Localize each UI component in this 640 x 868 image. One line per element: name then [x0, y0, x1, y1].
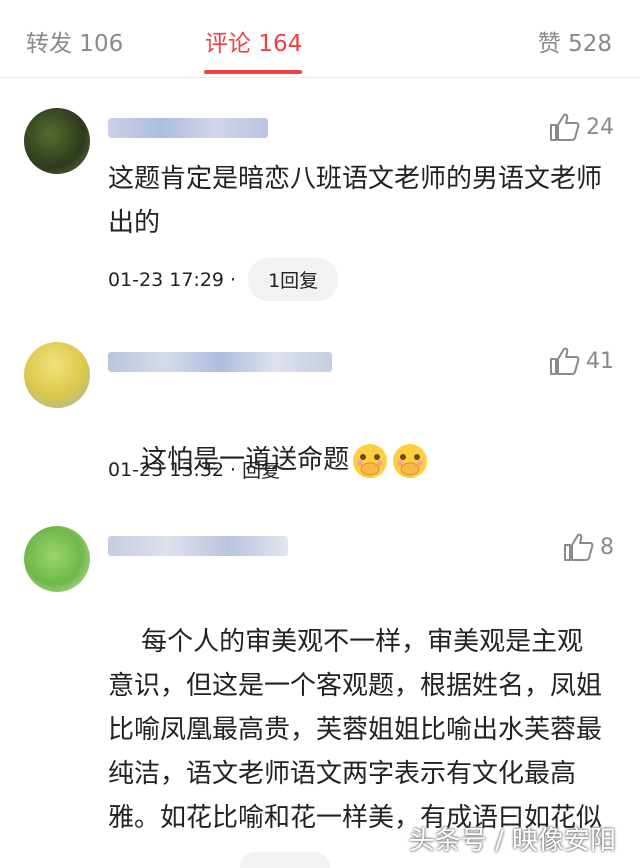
avatar[interactable]	[24, 342, 90, 408]
avatar[interactable]	[24, 526, 90, 592]
like-count: 24	[586, 114, 614, 140]
thumbs-up-icon	[550, 113, 580, 141]
tab-comments[interactable]: 评论 164	[205, 24, 302, 58]
comment-tabs: 转发 106 评论 164 赞 528	[0, 0, 640, 78]
covering-mouth-face-icon	[353, 443, 388, 478]
covering-mouth-face-icon	[393, 443, 428, 478]
comment-time: 01-23 17:29 ·	[108, 268, 237, 291]
watermark: 头条号 / 映像安阳	[408, 826, 616, 856]
like-button[interactable]: 41	[548, 346, 614, 376]
comment-text-content: 每个人的审美观不一样，审美观是主观意识，但这是一个客观题，根据姓名，凤姐比喻凤凰…	[108, 627, 603, 833]
comment-text: 每个人的审美观不一样，审美观是主观意识，但这是一个客观题，根据姓名，凤姐比喻凤凰…	[108, 576, 608, 840]
like-button[interactable]: 24	[548, 112, 614, 142]
comment-meta: 01-23 13:32 · 回复	[108, 456, 280, 483]
like-button[interactable]: 8	[562, 532, 614, 562]
username-blurred[interactable]	[108, 118, 268, 138]
reply-pill-partial	[240, 852, 330, 868]
active-tab-indicator	[204, 70, 302, 74]
thumbs-up-icon	[564, 533, 594, 561]
reply-count-button[interactable]: 1回复	[248, 258, 339, 301]
comment-text: 这题肯定是暗恋八班语文老师的男语文老师出的	[108, 164, 603, 238]
like-count: 41	[586, 348, 614, 374]
tab-likes[interactable]: 赞 528	[538, 24, 612, 58]
comment-time: 01-23 13:32 ·	[108, 458, 237, 481]
thumbs-up-icon	[550, 347, 580, 375]
tab-reposts[interactable]: 转发 106	[26, 24, 123, 58]
reply-button[interactable]: 回复	[242, 456, 280, 483]
username-blurred[interactable]	[108, 536, 288, 556]
username-blurred[interactable]	[108, 352, 332, 372]
comment-meta: 01-23 17:29 · 1回复	[108, 258, 339, 301]
like-count: 8	[600, 534, 614, 560]
avatar[interactable]	[24, 108, 90, 174]
